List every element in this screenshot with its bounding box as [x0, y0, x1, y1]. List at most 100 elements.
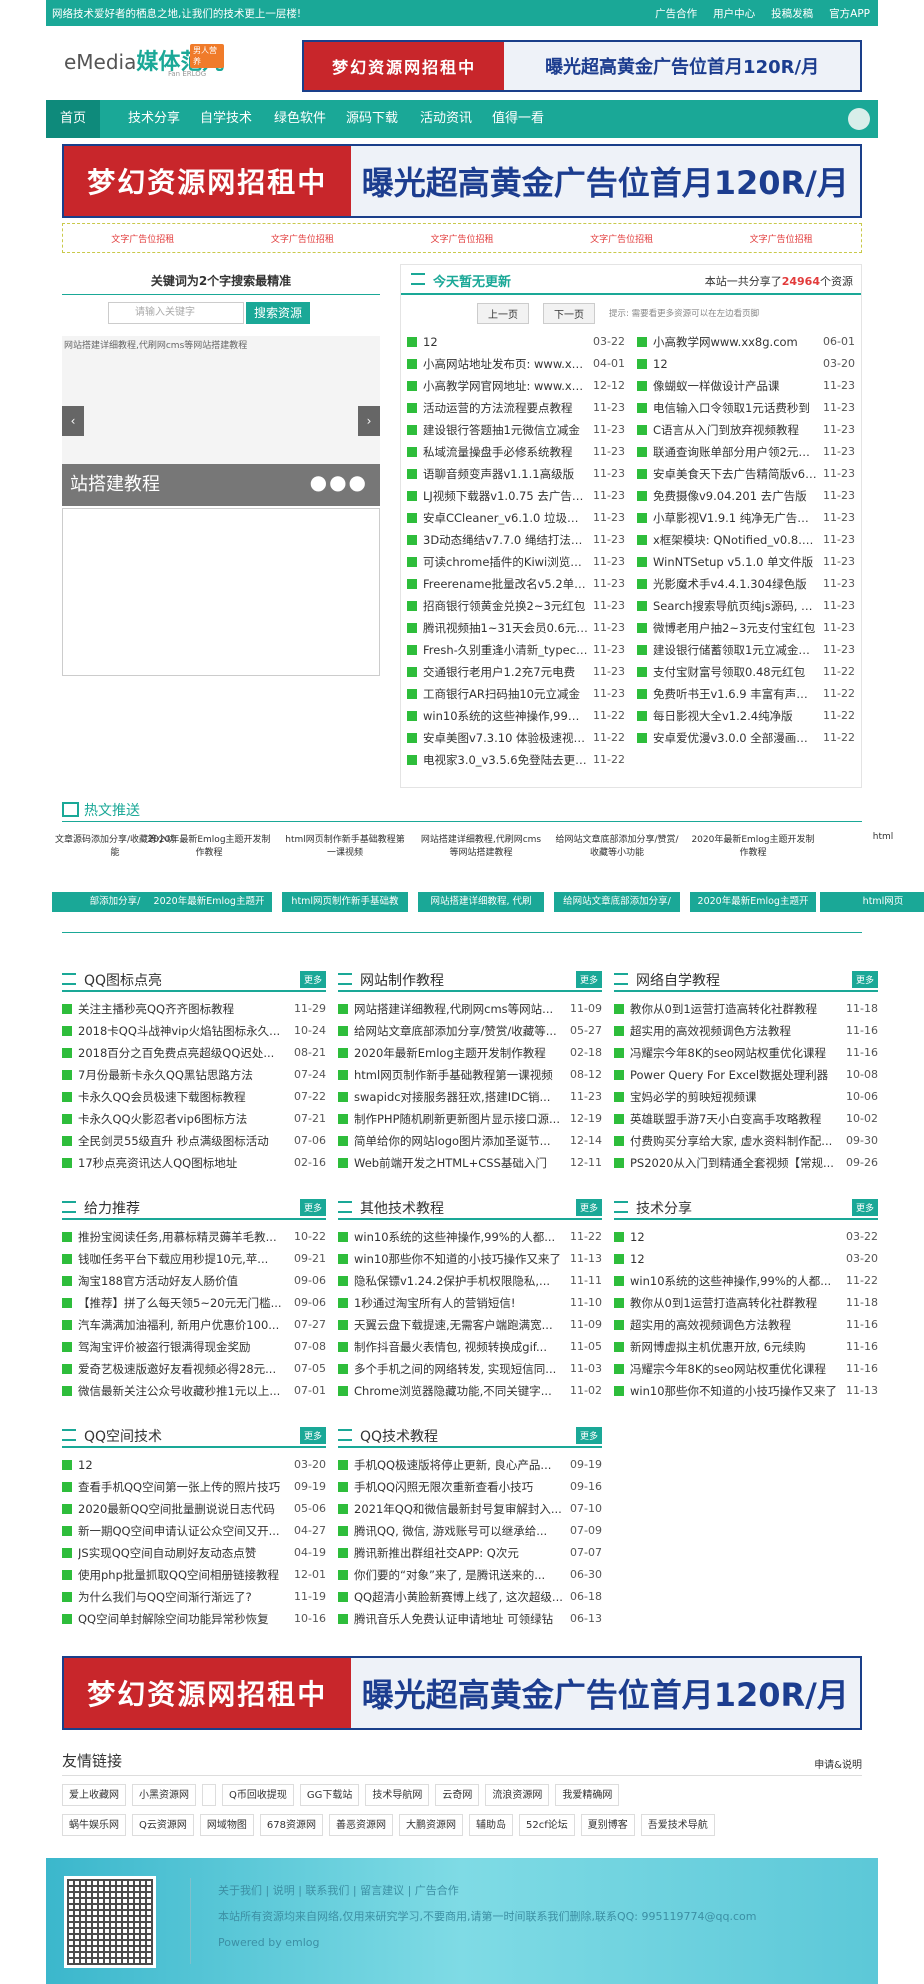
more-button[interactable]: 更多: [851, 971, 878, 988]
list-item[interactable]: 给网站文章底部添加分享/赞赏/收藏等... 05-27: [338, 1020, 602, 1042]
item-title[interactable]: 简单给你的网站logo图片添加圣诞节...: [354, 1130, 566, 1152]
item-title[interactable]: 全民剑灵55级直升 秒点满级图标活动: [78, 1130, 290, 1152]
list-item[interactable]: Freerename批量改名v5.2单文... 11-23: [407, 573, 625, 595]
list-item[interactable]: QQ超清小黄脸新赛博上线了, 这次超级... 06-18: [338, 1586, 602, 1608]
item-title[interactable]: 使用php批量抓取QQ空间相册链接教程: [78, 1564, 290, 1586]
list-item[interactable]: 安卓美图v7.3.10 体验极速视频... 11-22: [407, 727, 625, 749]
item-title[interactable]: 建设银行答题抽1元微信立减金: [423, 419, 589, 441]
item-title[interactable]: Fresh-久别重逢小清新_typecho...: [423, 639, 589, 661]
list-item[interactable]: html网页制作新手基础教程第一课视频 08-12: [338, 1064, 602, 1086]
list-item[interactable]: swapidc对接服务器狂欢,搭建IDC销... 11-23: [338, 1086, 602, 1108]
friend-link[interactable]: 网域物图: [199, 1814, 254, 1836]
item-title[interactable]: 12: [78, 1454, 290, 1476]
list-item[interactable]: 汽车满满加油福利, 新用户优惠价100... 07-27: [62, 1314, 326, 1336]
list-item[interactable]: 12 03-20: [614, 1248, 878, 1270]
more-button[interactable]: 更多: [299, 1427, 326, 1444]
item-title[interactable]: win10那些你不知道的小技巧操作又来了: [630, 1380, 842, 1402]
more-button[interactable]: 更多: [299, 1199, 326, 1216]
item-title[interactable]: 教你从0到1运营打造高转化社群教程: [630, 998, 842, 1020]
item-title[interactable]: 活动运营的方法流程要点教程: [423, 397, 589, 419]
item-title[interactable]: 安卓CCleaner_v6.1.0 垃圾清理...: [423, 507, 589, 529]
list-item[interactable]: 交通银行老用户1.2充7元电费 11-23: [407, 661, 625, 683]
list-item[interactable]: 语聊音频变声器v1.1.1高级版 11-23: [407, 463, 625, 485]
list-item[interactable]: 手机QQ闪照无限次重新查看小技巧 09-16: [338, 1476, 602, 1498]
item-title[interactable]: 电视家3.0_v3.5.6免登陆去更新 ...: [423, 749, 589, 771]
list-item[interactable]: Fresh-久别重逢小清新_typecho... 11-23: [407, 639, 625, 661]
item-title[interactable]: 教你从0到1运营打造高转化社群教程: [630, 1292, 842, 1314]
item-title[interactable]: 安卓爱优漫v3.0.0 全部漫画免费看: [653, 727, 819, 749]
chevron-right-icon[interactable]: ›: [358, 406, 380, 436]
item-title[interactable]: 制作PHP随机刷新更新图片显示接口源...: [354, 1108, 566, 1130]
list-item[interactable]: win10系统的这些神操作,99%的人都... 11-22: [614, 1270, 878, 1292]
item-title[interactable]: 12: [630, 1226, 842, 1248]
nav-green-software[interactable]: 绿色软件: [274, 100, 326, 138]
text-ad[interactable]: 文字广告位招租: [750, 232, 813, 245]
item-title[interactable]: 淘宝188官方活动好友人肠价值: [78, 1270, 290, 1292]
list-item[interactable]: 腾讯新推出群组社交APP: Q次元 07-07: [338, 1542, 602, 1564]
list-item[interactable]: 宝妈必学的剪映短视频课 10-06: [614, 1086, 878, 1108]
item-title[interactable]: 新网博虚拟主机优惠开放, 6元续购: [630, 1336, 842, 1358]
item-title[interactable]: win10那些你不知道的小技巧操作又来了: [354, 1248, 566, 1270]
list-item[interactable]: 钱咖任务平台下载应用秒提10元,苹... 09-21: [62, 1248, 326, 1270]
list-item[interactable]: 冯耀宗今年8K的seo网站权重优化课程 11-16: [614, 1358, 878, 1380]
item-title[interactable]: 每日影视大全v1.2.4纯净版: [653, 705, 819, 727]
item-title[interactable]: 小草影视V1.9.1 纯净无广告版 ...: [653, 507, 819, 529]
item-title[interactable]: 天翼云盘下载提速,无需客户端跑满宽...: [354, 1314, 566, 1336]
item-title[interactable]: 制作抖音最火表情包, 视频转换成gif...: [354, 1336, 566, 1358]
top-ad-banner[interactable]: 梦幻资源网招租中 曝光超高黄金广告位首月120R/月: [62, 144, 862, 218]
nav-home[interactable]: 首页: [46, 100, 101, 138]
hot-article[interactable]: html: [820, 832, 924, 842]
hot-article[interactable]: 网站搭建详细教程,代刷网cms等网站搭建教程: [418, 832, 544, 858]
list-item[interactable]: 免费摄像v9.04.201 去广告版 11-23: [637, 485, 855, 507]
item-title[interactable]: 隐私保镖v1.24.2保护手机权限隐私,...: [354, 1270, 566, 1292]
item-title[interactable]: 2018百分之百免费点亮超级QQ迟处...: [78, 1042, 290, 1064]
list-item[interactable]: win10系统的这些神操作,99%... 11-22: [407, 705, 625, 727]
list-item[interactable]: 天翼云盘下载提速,无需客户端跑满宽... 11-09: [338, 1314, 602, 1336]
item-title[interactable]: 像蝴蚁一样做设计产品课: [653, 375, 819, 397]
list-item[interactable]: 小高教学网www.xx8g.com 06-01: [637, 331, 855, 353]
item-title[interactable]: 安卓美食天下去广告精简版v6.3.7: [653, 463, 819, 485]
header-ad-banner[interactable]: 梦幻资源网招租中 曝光超高黄金广告位首月120R/月: [302, 40, 862, 92]
nav-source-download[interactable]: 源码下载: [346, 100, 398, 138]
list-item[interactable]: 腾讯视频抽1~31天会员0.6元红包 11-23: [407, 617, 625, 639]
friend-link[interactable]: 技术导航网: [365, 1784, 430, 1806]
item-title[interactable]: 推扮宝阅读任务,用慕标精灵薅羊毛教...: [78, 1226, 290, 1248]
list-item[interactable]: 光影魔术手v4.4.1.304绿色版 11-23: [637, 573, 855, 595]
list-item[interactable]: PS2020从入门到精通全套视频【常规... 09-26: [614, 1152, 878, 1174]
list-item[interactable]: 教你从0到1运营打造高转化社群教程 11-18: [614, 1292, 878, 1314]
list-item[interactable]: 建设银行储蓄领取1元立减金活动 11-23: [637, 639, 855, 661]
list-item[interactable]: win10那些你不知道的小技巧操作又来了 11-13: [614, 1380, 878, 1402]
list-item[interactable]: LJ视频下载器v1.0.75 去广告优... 11-23: [407, 485, 625, 507]
friend-link[interactable]: [202, 1784, 216, 1806]
list-item[interactable]: 联通查询账单部分用户领2元话费 11-23: [637, 441, 855, 463]
list-item[interactable]: 全民剑灵55级直升 秒点满级图标活动 07-06: [62, 1130, 326, 1152]
list-item[interactable]: 超实用的高效视频调色方法教程 11-16: [614, 1020, 878, 1042]
hot-article[interactable]: 给网站文章底部添加分享/赞赏/收藏等小功能: [554, 832, 680, 858]
list-item[interactable]: 12 03-22: [614, 1226, 878, 1248]
list-item[interactable]: 推扮宝阅读任务,用慕标精灵薅羊毛教... 10-22: [62, 1226, 326, 1248]
item-title[interactable]: 光影魔术手v4.4.1.304绿色版: [653, 573, 819, 595]
list-item[interactable]: QQ空间单封解除空间功能异常秒恢复 10-16: [62, 1608, 326, 1630]
search-button[interactable]: 搜索资源: [246, 302, 310, 324]
list-item[interactable]: x框架模块: QNotified_v0.8.24... 11-23: [637, 529, 855, 551]
item-title[interactable]: 关注主播秒亮QQ齐齐图标教程: [78, 998, 290, 1020]
item-title[interactable]: 私域流量操盘手必修系统教程: [423, 441, 589, 463]
nav-worth-reading[interactable]: 值得一看: [492, 100, 544, 138]
item-title[interactable]: 为什么我们与QQ空间渐行渐远了?: [78, 1586, 290, 1608]
item-title[interactable]: LJ视频下载器v1.0.75 去广告优...: [423, 485, 589, 507]
list-item[interactable]: 新一期QQ空间申请认证公众空间又开... 04-27: [62, 1520, 326, 1542]
list-item[interactable]: 17秒点亮资讯达人QQ图标地址 02-16: [62, 1152, 326, 1174]
more-button[interactable]: 更多: [299, 971, 326, 988]
hot-article-tag[interactable]: 2020年最新Emlog主题开: [690, 892, 816, 912]
list-item[interactable]: 安卓美食天下去广告精简版v6.3.7 11-23: [637, 463, 855, 485]
list-item[interactable]: 教你从0到1运营打造高转化社群教程 11-18: [614, 998, 878, 1020]
top-link-user-center[interactable]: 用户中心: [713, 6, 755, 21]
list-item[interactable]: 手机QQ极速版将停止更新, 良心产品... 09-19: [338, 1454, 602, 1476]
item-title[interactable]: 免费听书王v1.6.9 丰富有声小说...: [653, 683, 819, 705]
list-item[interactable]: 关注主播秒亮QQ齐齐图标教程 11-29: [62, 998, 326, 1020]
item-title[interactable]: 网站搭建详细教程,代刷网cms等网站...: [354, 998, 566, 1020]
friend-link[interactable]: Q云资源网: [132, 1814, 194, 1836]
list-item[interactable]: JS实现QQ空间自动刷好友动态点赞 04-19: [62, 1542, 326, 1564]
hot-article-tag[interactable]: html网页制作新手基础教: [282, 892, 408, 912]
list-item[interactable]: 冯耀宗今年8K的seo网站权重优化课程 11-16: [614, 1042, 878, 1064]
